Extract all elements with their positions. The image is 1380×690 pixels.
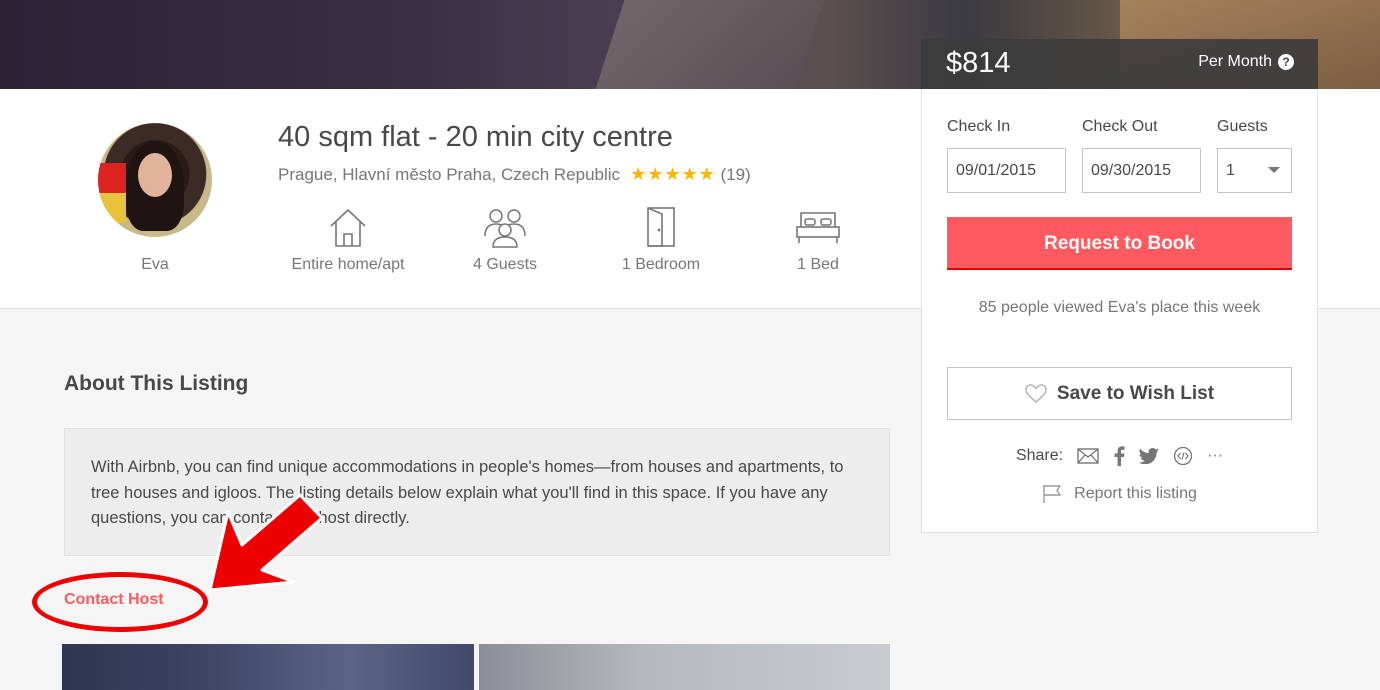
- listing-location[interactable]: Prague, Hlavní město Praha, Czech Republ…: [278, 165, 620, 185]
- embed-icon[interactable]: [1173, 446, 1193, 466]
- guests-select[interactable]: 1: [1217, 148, 1292, 193]
- door-icon: [586, 205, 736, 249]
- check-in-field[interactable]: 09/01/2015: [947, 148, 1066, 193]
- report-listing-link[interactable]: Report this listing: [922, 484, 1317, 504]
- check-in-label: Check In: [947, 118, 1011, 135]
- hero-photo-detail: [595, 0, 825, 89]
- home-icon: [273, 205, 423, 249]
- amenity-label: 1 Bed: [797, 256, 839, 273]
- request-to-book-button[interactable]: Request to Book: [947, 217, 1292, 270]
- check-out-field[interactable]: 09/30/2015: [1082, 148, 1201, 193]
- guests-select-value: 1: [1226, 162, 1235, 179]
- guests-label: Guests: [1217, 118, 1268, 135]
- avatar-flag: [98, 163, 126, 223]
- host-avatar[interactable]: [98, 123, 212, 237]
- price-header: $814 Per Month ?: [921, 39, 1318, 89]
- help-icon[interactable]: ?: [1278, 54, 1294, 70]
- listing-subtitle: Prague, Hlavní město Praha, Czech Republ…: [278, 164, 751, 185]
- wishlist-label: Save to Wish List: [1056, 382, 1215, 404]
- heart-icon: [1025, 383, 1047, 403]
- amenity-label: Entire home/apt: [291, 256, 405, 273]
- amenity-label: 1 Bedroom: [621, 256, 701, 273]
- listing-photo[interactable]: [479, 644, 890, 690]
- mail-icon[interactable]: [1077, 448, 1099, 464]
- amenity-bedrooms: 1 Bedroom: [586, 205, 736, 274]
- amenity-beds: 1 Bed: [743, 205, 893, 274]
- facebook-icon[interactable]: [1113, 446, 1125, 466]
- rating-summary[interactable]: ★★★★★ (19): [630, 164, 751, 185]
- price-period-label: Per Month: [1198, 53, 1272, 70]
- about-description: With Airbnb, you can find unique accommo…: [64, 428, 890, 556]
- save-to-wishlist-button[interactable]: Save to Wish List: [947, 367, 1292, 420]
- annotation-arrow: [208, 493, 324, 592]
- review-count: (19): [720, 165, 751, 184]
- annotation-ellipse: [32, 572, 208, 632]
- chevron-down-icon: [1268, 167, 1280, 173]
- listing-photo[interactable]: [62, 644, 474, 690]
- star-rating: ★★★★★: [630, 164, 716, 184]
- bed-icon: [743, 205, 893, 249]
- about-heading: About This Listing: [64, 372, 249, 395]
- report-label: Report this listing: [1074, 485, 1197, 502]
- guests-icon: [430, 205, 580, 249]
- listing-title: 40 sqm flat - 20 min city centre: [278, 121, 673, 153]
- host-name[interactable]: Eva: [98, 256, 212, 274]
- amenity-label: 4 Guests: [472, 256, 538, 273]
- flag-icon: [1043, 485, 1062, 503]
- booking-panel: Check In Check Out Guests 09/01/2015 09/…: [921, 89, 1318, 533]
- amenity-room-type: Entire home/apt: [273, 205, 423, 274]
- share-row: Share: ···: [922, 446, 1317, 466]
- share-label: Share:: [1015, 447, 1064, 464]
- check-out-label: Check Out: [1082, 118, 1158, 135]
- twitter-icon[interactable]: [1139, 448, 1160, 464]
- avatar-face: [138, 153, 172, 197]
- more-icon[interactable]: ···: [1207, 447, 1223, 465]
- price-amount: $814: [946, 47, 1011, 79]
- views-notice: 85 people viewed Eva's place this week: [978, 299, 1261, 316]
- amenity-guests: 4 Guests: [430, 205, 580, 274]
- price-period[interactable]: Per Month ?: [1198, 53, 1294, 71]
